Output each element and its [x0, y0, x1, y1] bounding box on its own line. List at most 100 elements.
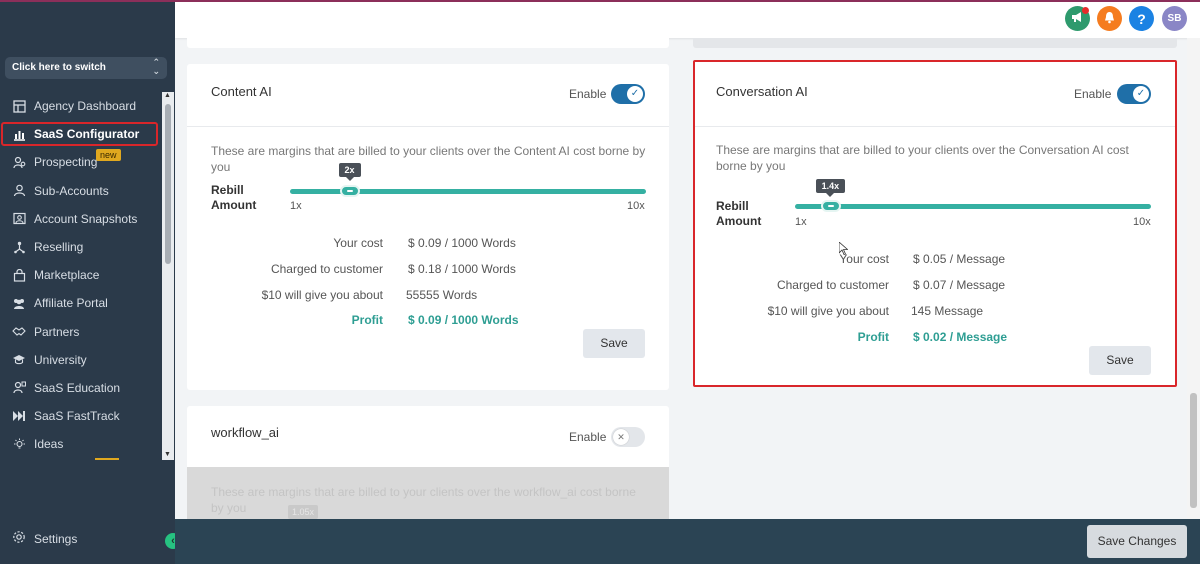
annotation-highlight-box [693, 60, 1177, 387]
ten-dollar-value: 55555 Words [406, 288, 478, 302]
reselling-icon [12, 240, 26, 254]
avatar-initials: SB [1167, 13, 1182, 24]
slider-value-tooltip: 2x [338, 163, 361, 181]
disabled-overlay: These are margins that are billed to you… [187, 467, 669, 519]
margin-description: These are margins that are billed to you… [211, 144, 646, 174]
gear-icon [12, 530, 26, 547]
sidebar-item-prospecting[interactable]: Prospecting new [0, 148, 162, 176]
sidebar-item-saas-configurator[interactable]: SaaS Configurator [0, 120, 162, 148]
sidebar-item-account-snapshots[interactable]: Account Snapshots [0, 205, 162, 233]
fast-forward-icon [12, 409, 26, 423]
your-cost-label: Your cost [333, 236, 383, 250]
scroll-down-icon[interactable]: ▼ [164, 451, 171, 458]
charged-to-customer-value: $ 0.18 / 1000 Words [408, 262, 516, 276]
top-header: ? SB [175, 0, 1200, 38]
sidebar-scroll-thumb[interactable] [165, 104, 171, 264]
sidebar-item-label: University [34, 352, 87, 367]
account-switcher[interactable]: Click here to switch ⌃ ⌄ [5, 57, 167, 79]
profit-value: $ 0.09 / 1000 Words [408, 313, 519, 327]
save-button[interactable]: Save [583, 329, 645, 358]
content-ai-card: Content AI Enable ✓ These are margins th… [187, 64, 669, 390]
sidebar-item-agency-dashboard[interactable]: Agency Dashboard [0, 92, 162, 120]
sidebar-item-saas-education[interactable]: SaaS Education [0, 374, 162, 402]
top-accent-line [0, 0, 175, 2]
rebill-amount-label: Rebill Amount [211, 183, 257, 212]
sidebar-item-affiliate-portal[interactable]: Affiliate Portal [0, 289, 162, 317]
sidebar-item-label: Reselling [34, 240, 84, 255]
close-icon: ✕ [613, 429, 629, 445]
sidebar-item-label: Prospecting [34, 155, 98, 170]
chevron-updown-icon: ⌃ ⌄ [152, 57, 160, 76]
scroll-up-icon[interactable]: ▲ [164, 92, 171, 99]
previous-card-right [693, 38, 1177, 48]
slider-max-label: 10x [627, 200, 645, 212]
graduation-icon [12, 353, 26, 367]
person-search-icon [12, 155, 26, 169]
announcements-button[interactable] [1065, 6, 1090, 31]
save-changes-button[interactable]: Save Changes [1087, 525, 1187, 558]
sidebar-item-label: SaaS FastTrack [34, 409, 120, 424]
charged-to-customer-label: Charged to customer [270, 262, 383, 276]
sidebar-item-label: Marketplace [34, 268, 100, 283]
enable-label: Enable [569, 87, 607, 101]
main-content: Content AI Enable ✓ These are margins th… [175, 38, 1200, 519]
new-badge-fragment [95, 458, 119, 460]
workflow-ai-enable-toggle[interactable]: ✕ [611, 427, 645, 447]
sidebar-item-label: Account Snapshots [34, 211, 138, 226]
user-icon [12, 184, 26, 198]
card-title: workflow_ai [211, 425, 279, 440]
lightbulb-icon [12, 437, 26, 451]
workflow-ai-card: workflow_ai Enable ✕ These are margins t… [187, 406, 669, 519]
users-icon [12, 296, 26, 310]
sidebar-item-university[interactable]: University [0, 346, 162, 374]
sidebar-item-partners[interactable]: Partners [0, 318, 162, 346]
sidebar-item-saas-fasttrack[interactable]: SaaS FastTrack [0, 402, 162, 430]
sidebar-item-reselling[interactable]: Reselling [0, 233, 162, 261]
divider [187, 126, 669, 127]
sidebar-scrollbar[interactable]: ▲ ▼ [162, 92, 174, 460]
check-icon: ✓ [627, 86, 643, 102]
sidebar-item-label: Sub-Accounts [34, 183, 109, 198]
sidebar-item-label: Partners [34, 324, 80, 339]
switcher-label: Click here to switch [12, 62, 106, 73]
sidebar-item-sub-accounts[interactable]: Sub-Accounts [0, 177, 162, 205]
bell-icon [1103, 11, 1116, 27]
your-cost-value: $ 0.09 / 1000 Words [408, 236, 516, 250]
help-button[interactable]: ? [1129, 6, 1154, 31]
annotation-highlight-box [1, 122, 158, 147]
card-title: Content AI [211, 84, 272, 99]
footer-bar: Save Changes [175, 519, 1200, 564]
handshake-icon [12, 325, 26, 339]
main-scrollbar[interactable] [1187, 38, 1200, 519]
bag-icon [12, 268, 26, 282]
rebill-slider-thumb[interactable] [339, 185, 360, 197]
sidebar-item-marketplace[interactable]: Marketplace [0, 261, 162, 289]
notifications-button[interactable] [1097, 6, 1122, 31]
main-scroll-thumb[interactable] [1190, 393, 1197, 508]
sidebar-item-label: SaaS Education [34, 380, 121, 395]
ten-dollar-label: $10 will give you about [261, 288, 383, 302]
snapshot-icon [12, 212, 26, 226]
slider-min-label: 1x [290, 200, 302, 212]
mouse-cursor-icon [838, 241, 849, 260]
settings-label: Settings [34, 531, 78, 546]
content-ai-enable-toggle[interactable]: ✓ [611, 84, 645, 104]
profit-label: Profit [351, 313, 383, 327]
megaphone-icon [1071, 11, 1084, 26]
sidebar-item-label: Agency Dashboard [34, 99, 137, 114]
new-badge: new [96, 149, 121, 162]
education-icon [12, 381, 26, 395]
previous-card-left [187, 38, 669, 48]
margin-description: These are margins that are billed to you… [211, 485, 636, 515]
sidebar-item-settings[interactable]: Settings [12, 530, 77, 547]
enable-label: Enable [569, 430, 607, 444]
sidebar-item-label: Ideas [34, 437, 64, 452]
sidebar: Click here to switch ⌃ ⌄ Agency Dashboard… [0, 0, 175, 564]
notification-dot [1082, 7, 1089, 14]
sidebar-item-ideas[interactable]: Ideas [0, 430, 162, 458]
sidebar-nav: Agency Dashboard SaaS Configurator Prosp… [0, 92, 162, 458]
sidebar-item-label: Affiliate Portal [34, 296, 108, 311]
slider-value-tooltip: 1.05x [288, 505, 319, 519]
avatar[interactable]: SB [1162, 6, 1187, 31]
dashboard-icon [12, 99, 26, 113]
